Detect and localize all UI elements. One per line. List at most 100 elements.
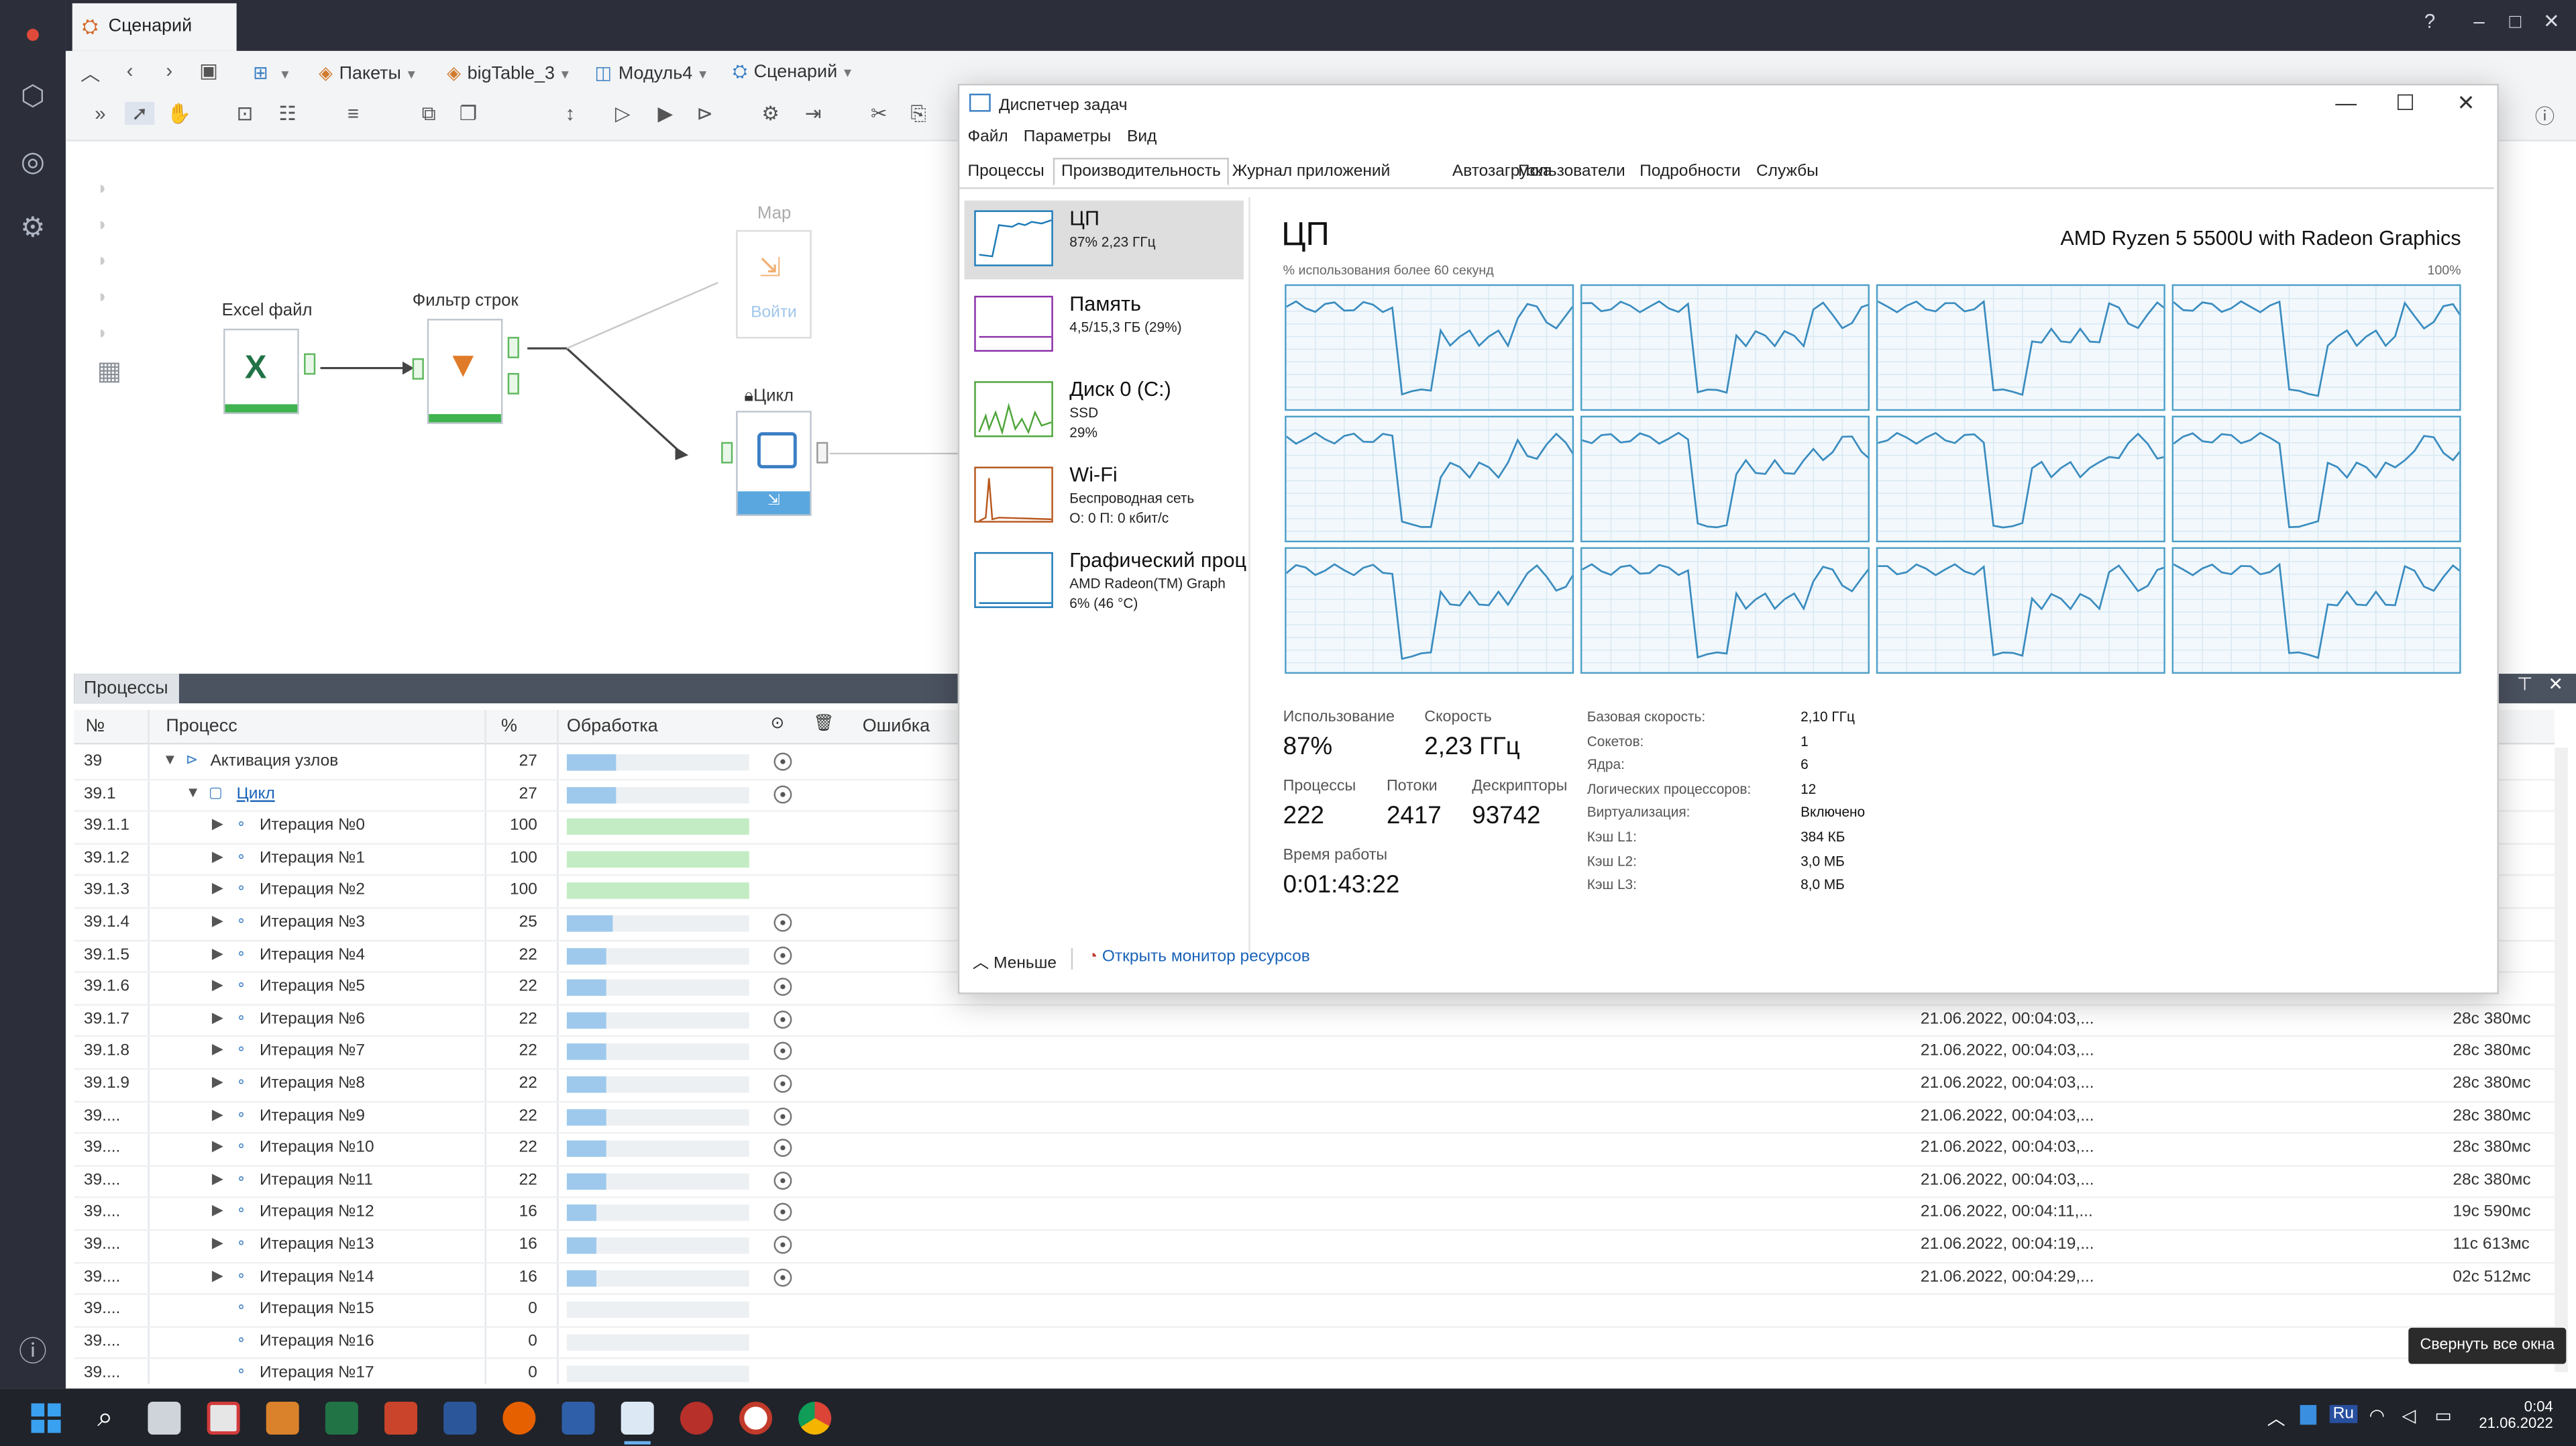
stop-process-icon[interactable] <box>773 978 792 996</box>
run-step-icon[interactable]: ▶ <box>651 102 680 125</box>
col-processing[interactable]: Обработка <box>567 717 658 736</box>
copy-icon[interactable]: ❐ <box>453 102 483 125</box>
firefox-icon[interactable] <box>502 1401 536 1435</box>
expand-toggle-icon[interactable]: ▶ <box>212 1041 223 1059</box>
excel-node[interactable]: X <box>223 328 299 415</box>
tm-sidebar-item[interactable]: Диск 0 (C:) SSD 29% <box>965 371 1244 450</box>
stop-process-icon[interactable] <box>773 1171 792 1190</box>
panel-close-icon[interactable]: ✕ <box>2548 674 2563 695</box>
tab-scenario[interactable]: ⛭ Сценарий <box>72 3 237 51</box>
align-icon[interactable]: ≡ <box>338 102 368 125</box>
compass-icon[interactable]: ◎ <box>15 145 51 181</box>
maximize-icon[interactable]: □ <box>2500 10 2530 33</box>
forward-icon[interactable]: › <box>154 59 184 82</box>
group-icon[interactable]: ⧉ <box>414 102 443 127</box>
expand-toggle-icon[interactable]: ▶ <box>212 912 223 930</box>
back-icon[interactable]: ‹ <box>115 59 144 82</box>
stop-process-icon[interactable] <box>773 752 792 771</box>
stop-process-icon[interactable] <box>773 1139 792 1157</box>
table-row[interactable]: 39.... ▶ ∘ Итерация №12 16 21.06.2022, 00:04:… <box>74 1197 2555 1231</box>
expand-toggle-icon[interactable]: ▶ <box>212 1073 223 1091</box>
run-settings-icon[interactable]: ⇥ <box>798 102 828 125</box>
excel-output-port[interactable] <box>304 353 316 375</box>
process-name[interactable]: Цикл <box>237 785 275 803</box>
stop-all-icon[interactable]: ⊙ <box>771 715 785 733</box>
table-row[interactable]: 39.... ▶ ∘ Итерация №10 22 21.06.2022, 00:04:… <box>74 1133 2555 1167</box>
stop-process-icon[interactable] <box>773 913 792 932</box>
outlook-icon[interactable] <box>266 1401 299 1435</box>
col-process[interactable]: Процесс <box>166 717 237 736</box>
grid-scrollbar[interactable] <box>2555 747 2568 1372</box>
stop-process-icon[interactable] <box>773 1106 792 1125</box>
table-row[interactable]: 39.1.9 ▶ ∘ Итерация №8 22 21.06.2022, 00:04:0… <box>74 1068 2555 1102</box>
task-view-icon[interactable] <box>148 1401 181 1435</box>
info-icon[interactable]: ⓘ <box>15 1335 51 1371</box>
tray-app-icon[interactable] <box>2300 1404 2317 1425</box>
tm-sidebar-item[interactable]: Память 4,5/15,3 ГБ (29%) <box>965 286 1244 365</box>
breadcrumb-packages[interactable]: ◈ Пакеты ▾ <box>319 62 415 84</box>
start-icon[interactable] <box>30 1402 62 1435</box>
task-manager-taskbar-icon[interactable] <box>621 1401 654 1435</box>
delete-icon[interactable]: 🗑︎ <box>813 715 834 733</box>
tm-maximize-icon[interactable]: ☐ <box>2389 91 2422 117</box>
breadcrumb-root[interactable]: ⊞ ▾ <box>253 62 288 84</box>
cut-icon[interactable]: ✂ <box>864 102 894 125</box>
user-settings-icon[interactable]: ⚙ <box>15 210 51 246</box>
stop-process-icon[interactable] <box>773 1203 792 1222</box>
fewer-details-button[interactable]: ︿ Меньше <box>973 948 1057 973</box>
expand-toggle-icon[interactable]: ▼ <box>162 751 177 767</box>
expand-toggle-icon[interactable]: ▶ <box>212 1234 223 1252</box>
tm-minimize-icon[interactable]: — <box>2330 91 2363 115</box>
tm-sidebar-item[interactable]: Wi-Fi Беспроводная сеть О: 0 П: 0 кбит/с <box>965 457 1244 536</box>
map-node[interactable]: ⇲ Войти <box>736 229 812 339</box>
battery-icon[interactable]: ▭ <box>2434 1405 2451 1426</box>
table-row[interactable]: 39.... ▶ ∘ Итерация №11 22 21.06.2022, 00:04:… <box>74 1165 2555 1199</box>
expand-toggle-icon[interactable]: ▶ <box>212 847 223 866</box>
pin-icon[interactable]: ⊤ <box>2517 674 2532 695</box>
grid-icon[interactable]: ☷ <box>273 102 303 125</box>
stop-process-icon[interactable] <box>773 784 792 803</box>
menu-params[interactable]: Параметры <box>1024 128 1112 146</box>
loop-expand-icon[interactable]: ⇲ <box>737 491 810 515</box>
expand-toggle-icon[interactable]: ▶ <box>212 1266 223 1284</box>
loop-node[interactable]: ⇲ <box>736 411 812 516</box>
filter-output-port-2[interactable] <box>507 372 519 395</box>
menu-file[interactable]: Файл <box>967 128 1008 146</box>
paste-icon[interactable]: ⎘ <box>904 102 933 127</box>
stop-process-icon[interactable] <box>773 1074 792 1093</box>
help-icon[interactable]: ? <box>2415 10 2445 33</box>
packages-icon[interactable]: ⬡ <box>15 79 51 115</box>
table-row[interactable]: 39.1.7 ▶ ∘ Итерация №6 22 21.06.2022, 00:04:0… <box>74 1004 2555 1038</box>
app-ring-icon[interactable] <box>739 1401 773 1435</box>
filter-output-port-1[interactable] <box>507 337 519 358</box>
expand-icon[interactable]: » <box>85 102 115 125</box>
tm-close-icon[interactable]: ✕ <box>2449 91 2482 117</box>
col-num[interactable]: № <box>85 717 105 736</box>
run-icon[interactable]: ▷ <box>608 102 637 125</box>
hand-icon[interactable]: ✋ <box>164 102 194 125</box>
expand-toggle-icon[interactable]: ▶ <box>212 1137 223 1155</box>
powerpoint-icon[interactable] <box>384 1401 418 1435</box>
expand-toggle-icon[interactable]: ▶ <box>212 1202 223 1220</box>
expand-toggle-icon[interactable]: ▶ <box>212 976 223 994</box>
menu-view[interactable]: Вид <box>1127 128 1157 146</box>
expand-toggle-icon[interactable]: ▶ <box>212 1170 223 1188</box>
search-icon[interactable]: ⌕ <box>89 1402 121 1435</box>
table-row[interactable]: 39.... ∘ Итерация №16 0 <box>74 1326 2555 1360</box>
tray-chevron-icon[interactable]: ︿ <box>2267 1405 2286 1431</box>
tm-tab-processes[interactable]: Процессы <box>967 162 1044 180</box>
loop-input-port[interactable] <box>721 442 733 464</box>
app-red-icon[interactable] <box>680 1401 713 1435</box>
breadcrumb-scenario[interactable]: ⛭ Сценарий ▾ <box>733 62 851 84</box>
expand-toggle-icon[interactable]: ▶ <box>212 944 223 962</box>
excel-icon[interactable] <box>325 1401 358 1435</box>
info-icon[interactable]: ⓘ <box>2530 102 2559 130</box>
settings-icon[interactable]: ⚙ <box>756 102 786 125</box>
col-pct[interactable]: % <box>501 717 517 736</box>
filter-input-port[interactable] <box>412 358 424 380</box>
tm-tab-services[interactable]: Службы <box>1756 162 1819 180</box>
pointer-icon[interactable]: ➚ <box>125 101 155 125</box>
tm-tab-details[interactable]: Подробности <box>1640 162 1741 180</box>
word-icon[interactable] <box>443 1401 477 1435</box>
expand-toggle-icon[interactable]: ▶ <box>212 1105 223 1123</box>
